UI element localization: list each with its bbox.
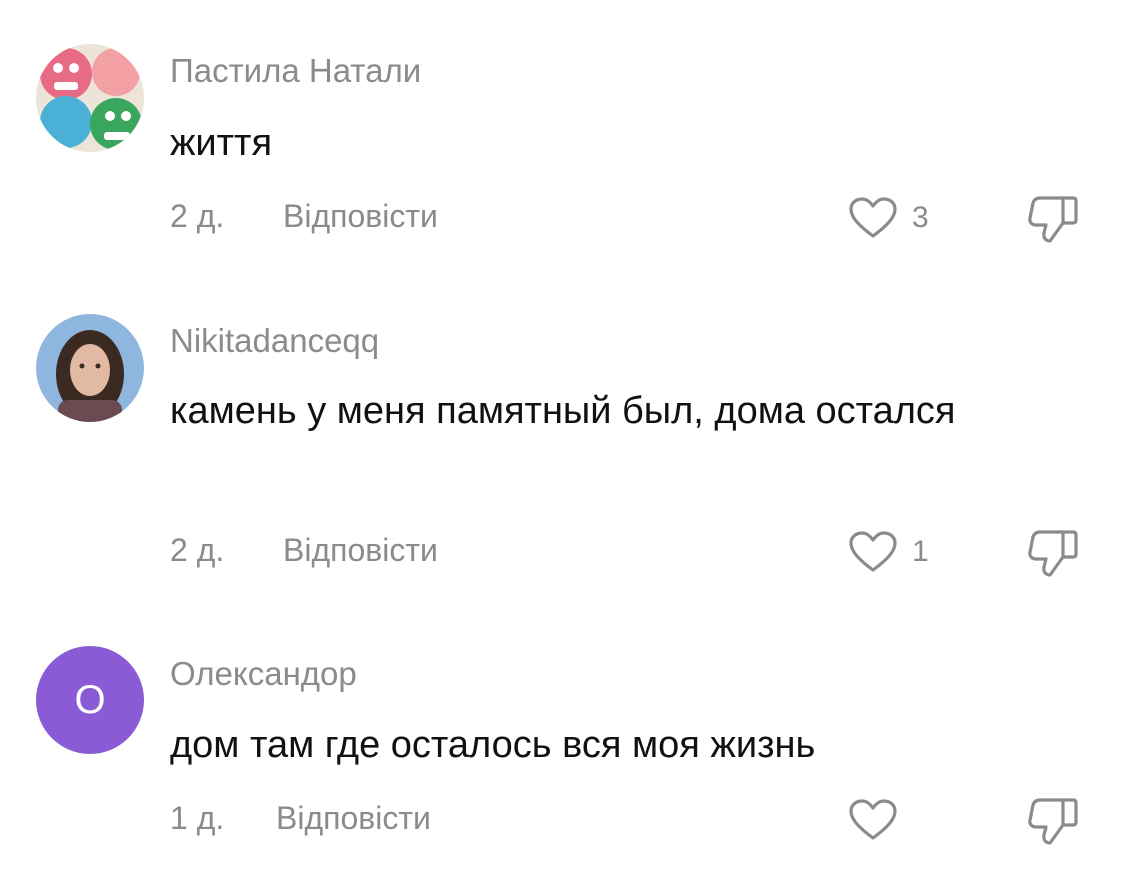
comment-text: дом там где осталось вся моя жизнь	[170, 724, 816, 766]
comment-username[interactable]: Олександор	[170, 655, 357, 693]
like-button[interactable]	[848, 796, 912, 844]
dislike-button[interactable]	[1026, 794, 1080, 851]
heart-outline-icon	[849, 799, 897, 840]
comment-timestamp: 1 д.	[170, 800, 225, 836]
thumbs-down-icon	[1028, 798, 1078, 845]
comment-item: О Олександор дом там где осталось вся мо…	[0, 0, 1125, 870]
reply-button[interactable]: Відповісти	[276, 800, 431, 837]
user-avatar[interactable]: О	[36, 646, 144, 754]
